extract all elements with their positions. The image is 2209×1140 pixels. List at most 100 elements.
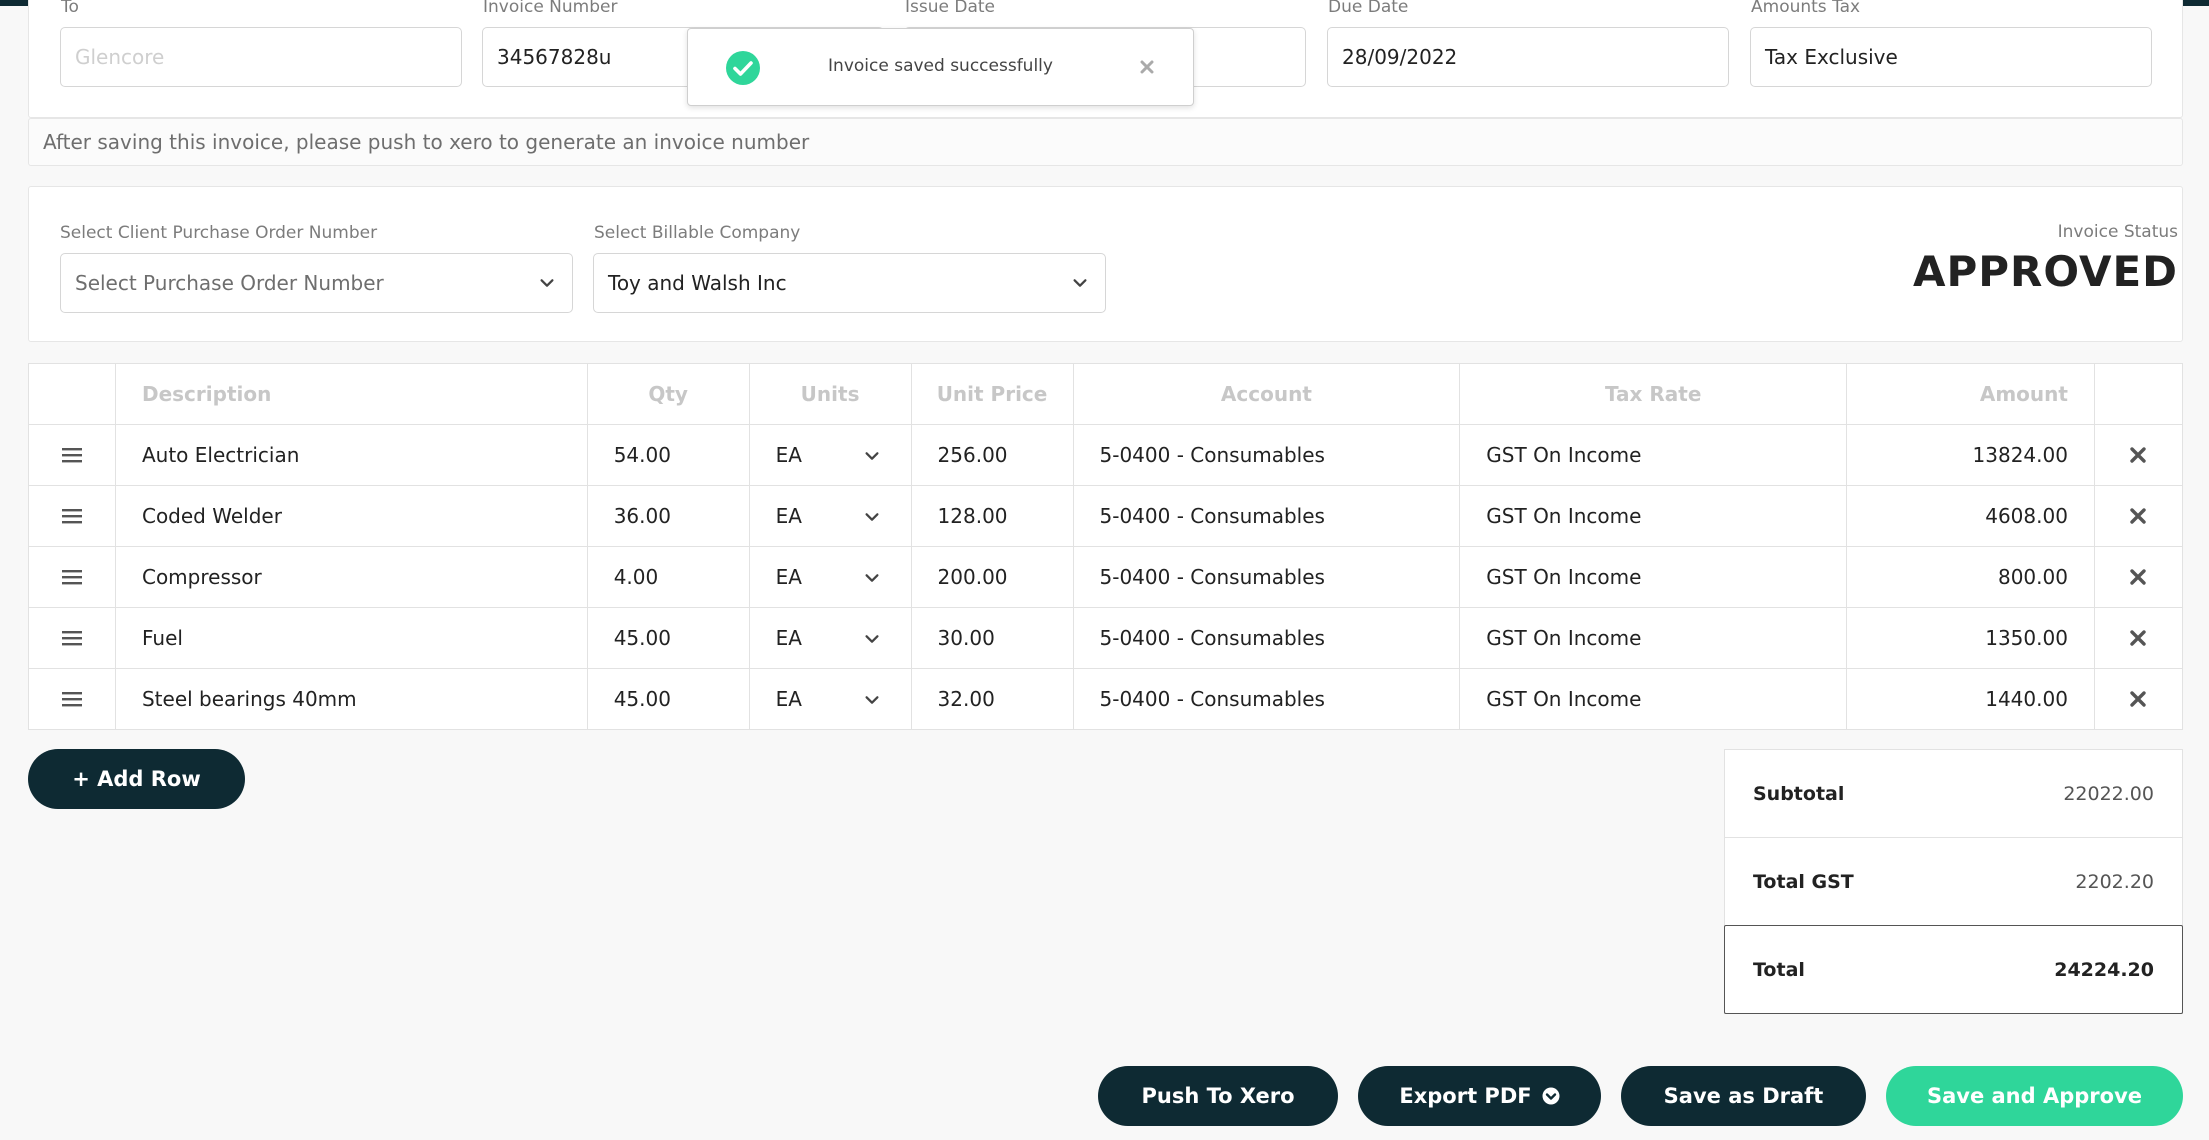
drag-handle[interactable] <box>28 546 116 608</box>
unit-price-cell[interactable]: 128.00 <box>910 485 1074 547</box>
subtotal-value: 22022.00 <box>2063 782 2154 805</box>
company-value: Toy and Walsh Inc <box>608 271 787 295</box>
drag-handle-icon <box>61 570 82 585</box>
qty-cell[interactable]: 45.00 <box>586 607 750 669</box>
qty-cell[interactable]: 45.00 <box>586 668 750 730</box>
drag-column-header <box>28 363 116 425</box>
column-header: Description <box>114 363 588 425</box>
tax-rate-cell[interactable]: GST On Income <box>1459 607 1848 669</box>
units-value: EA <box>775 504 802 528</box>
close-icon[interactable] <box>1139 59 1155 75</box>
tax-rate-cell[interactable]: GST On Income <box>1459 424 1848 486</box>
export-pdf-button[interactable]: Export PDF <box>1358 1066 1601 1126</box>
drag-handle-icon <box>61 692 82 707</box>
subtotal-label: Subtotal <box>1753 782 1845 805</box>
unit-price-cell[interactable]: 200.00 <box>910 546 1074 608</box>
company-select[interactable]: Toy and Walsh Inc <box>593 253 1106 313</box>
qty-cell[interactable]: 36.00 <box>586 485 750 547</box>
save-as-draft-button[interactable]: Save as Draft <box>1621 1066 1866 1126</box>
table-row: Auto Electrician 54.00 EA 256.00 5-0400 … <box>28 424 2184 486</box>
gst-row: Total GST 2202.20 <box>1725 838 2182 926</box>
column-header: Units <box>748 363 912 425</box>
po-select[interactable]: Select Purchase Order Number <box>60 253 573 313</box>
units-select[interactable]: EA <box>748 485 912 547</box>
table-header-row: Description Qty Units Unit Price Account… <box>28 363 2184 425</box>
units-select[interactable]: EA <box>748 668 912 730</box>
close-icon <box>2130 447 2147 463</box>
unit-price-cell[interactable]: 32.00 <box>910 668 1074 730</box>
units-value: EA <box>775 443 802 467</box>
column-header: Unit Price <box>910 363 1074 425</box>
gst-value: 2202.20 <box>2075 870 2154 893</box>
description-cell[interactable]: Coded Welder <box>114 485 588 547</box>
drag-handle-icon <box>61 448 82 463</box>
units-value: EA <box>775 687 802 711</box>
units-select[interactable]: EA <box>748 424 912 486</box>
tax-rate-cell[interactable]: GST On Income <box>1459 485 1848 547</box>
due-date-value: 28/09/2022 <box>1342 45 1458 69</box>
tax-rate-cell[interactable]: GST On Income <box>1459 546 1848 608</box>
drag-handle-icon <box>61 509 82 524</box>
amounts-tax-select[interactable]: Tax Exclusive <box>1750 27 2152 87</box>
amount-cell: 800.00 <box>1846 546 2095 608</box>
chevron-down-icon <box>865 696 879 704</box>
column-header: Qty <box>586 363 750 425</box>
toast-message: Invoice saved successfully <box>828 56 1053 76</box>
qty-cell[interactable]: 54.00 <box>586 424 750 486</box>
qty-cell[interactable]: 4.00 <box>586 546 750 608</box>
chevron-down-icon <box>865 574 879 582</box>
description-cell[interactable]: Compressor <box>114 546 588 608</box>
description-cell[interactable]: Auto Electrician <box>114 424 588 486</box>
table-row: Coded Welder 36.00 EA 128.00 5-0400 - Co… <box>28 485 2184 547</box>
unit-price-cell[interactable]: 256.00 <box>910 424 1074 486</box>
due-date-input[interactable]: 28/09/2022 <box>1327 27 1729 87</box>
tax-rate-cell[interactable]: GST On Income <box>1459 668 1848 730</box>
close-icon <box>2130 691 2147 707</box>
remove-column-header <box>2093 363 2184 425</box>
gst-label: Total GST <box>1753 870 1854 893</box>
drag-handle[interactable] <box>28 485 116 547</box>
remove-row-button[interactable] <box>2093 607 2184 669</box>
account-cell[interactable]: 5-0400 - Consumables <box>1072 607 1461 669</box>
amount-cell: 1350.00 <box>1846 607 2095 669</box>
remove-row-button[interactable] <box>2093 424 2184 486</box>
remove-row-button[interactable] <box>2093 485 2184 547</box>
to-placeholder: Glencore <box>75 45 165 69</box>
push-to-xero-button[interactable]: Push To Xero <box>1098 1066 1338 1126</box>
drag-handle[interactable] <box>28 668 116 730</box>
due-date-label: Due Date <box>1328 0 1409 17</box>
invoice-status-value: APPROVED <box>1912 247 2178 296</box>
units-select[interactable]: EA <box>748 546 912 608</box>
drag-handle[interactable] <box>28 424 116 486</box>
account-cell[interactable]: 5-0400 - Consumables <box>1072 424 1461 486</box>
units-select[interactable]: EA <box>748 607 912 669</box>
table-row: Compressor 4.00 EA 200.00 5-0400 - Consu… <box>28 546 2184 608</box>
add-row-button[interactable]: + Add Row <box>28 749 245 809</box>
issue-date-label: Issue Date <box>905 0 995 17</box>
total-value: 24224.20 <box>2054 958 2154 981</box>
remove-row-button[interactable] <box>2093 668 2184 730</box>
units-value: EA <box>775 565 802 589</box>
remove-row-button[interactable] <box>2093 546 2184 608</box>
subtotal-row: Subtotal 22022.00 <box>1725 750 2182 838</box>
account-cell[interactable]: 5-0400 - Consumables <box>1072 668 1461 730</box>
save-and-approve-button[interactable]: Save and Approve <box>1886 1066 2183 1126</box>
description-cell[interactable]: Fuel <box>114 607 588 669</box>
drag-handle[interactable] <box>28 607 116 669</box>
account-cell[interactable]: 5-0400 - Consumables <box>1072 546 1461 608</box>
chevron-down-icon <box>865 513 879 521</box>
amounts-tax-label: Amounts Tax <box>1751 0 1861 17</box>
chevron-down-icon <box>865 452 879 460</box>
account-cell[interactable]: 5-0400 - Consumables <box>1072 485 1461 547</box>
unit-price-cell[interactable]: 30.00 <box>910 607 1074 669</box>
units-value: EA <box>775 626 802 650</box>
close-icon <box>2130 569 2147 585</box>
drag-handle-icon <box>61 631 82 646</box>
success-toast: Invoice saved successfully <box>687 28 1194 106</box>
po-placeholder: Select Purchase Order Number <box>75 271 384 295</box>
line-items-table: Description Qty Units Unit Price Account… <box>28 363 2184 730</box>
chevron-down-icon <box>865 635 879 643</box>
to-input[interactable]: Glencore <box>60 27 462 87</box>
description-cell[interactable]: Steel bearings 40mm <box>114 668 588 730</box>
invoice-number-value: 34567828u <box>497 45 612 69</box>
